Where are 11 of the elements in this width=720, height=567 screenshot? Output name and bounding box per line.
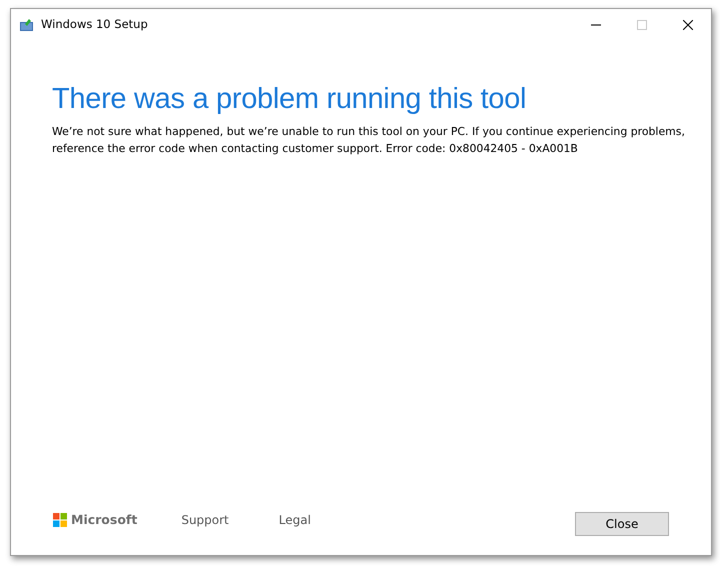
brand-name: Microsoft bbox=[71, 510, 138, 529]
error-heading: There was a problem running this tool bbox=[52, 82, 528, 117]
maximize-icon bbox=[637, 20, 647, 30]
footer-link[interactable]: Legal bbox=[278, 511, 311, 529]
setup-icon bbox=[20, 18, 34, 31]
close-icon bbox=[683, 20, 693, 30]
window-title: Windows 10 Setup bbox=[41, 16, 148, 33]
microsoft-logo-icon bbox=[53, 513, 67, 527]
footer-link[interactable]: Support bbox=[181, 511, 229, 529]
error-message: We’re not sure what happened, but we’re unable to run this tool on your PC. If you continue experiencing problems, reference the error code when contacting customer support. Error code: 0x80042405 - 0xA001B bbox=[52, 124, 686, 157]
close-button[interactable]: Close bbox=[575, 512, 669, 536]
